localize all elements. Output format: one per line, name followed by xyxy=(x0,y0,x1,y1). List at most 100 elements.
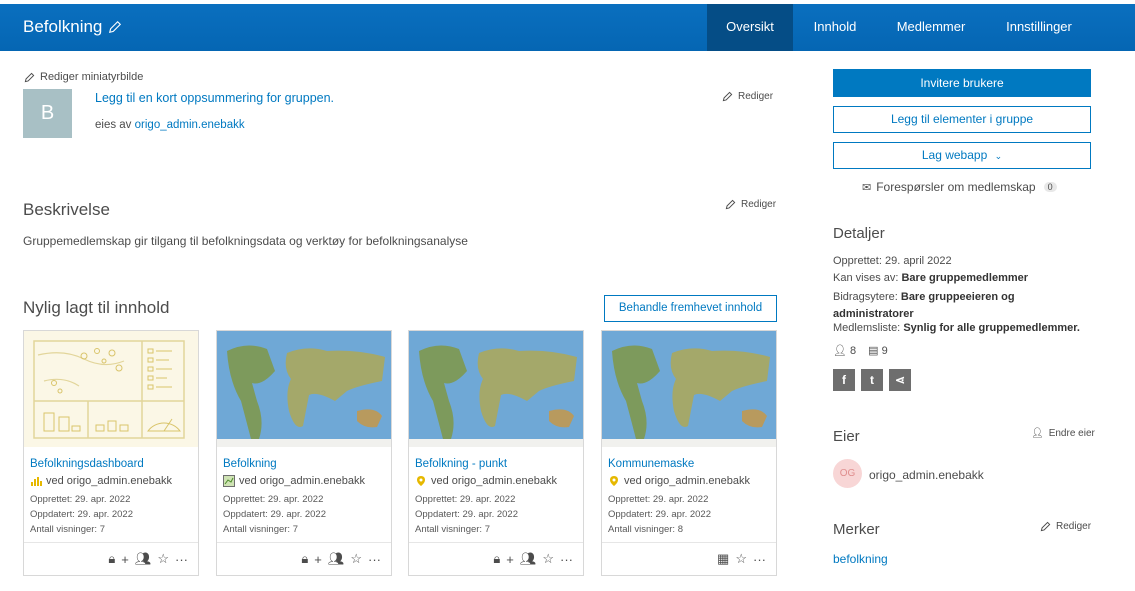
card-views: Antall visninger: 7 xyxy=(30,524,105,535)
detail-created: Opprettet: 29. april 2022 xyxy=(833,255,952,267)
more-icon[interactable]: ··· xyxy=(560,552,573,567)
star-icon[interactable]: ☆ xyxy=(735,551,747,567)
facebook-icon[interactable]: f xyxy=(833,369,855,391)
content-card-3[interactable]: Befolkning - punkt ved origo_admin.eneba… xyxy=(408,330,584,576)
owner-link[interactable]: origo_admin.enebakk xyxy=(135,119,245,131)
add-icon[interactable]: + xyxy=(121,552,129,567)
card-owner: ved origo_admin.enebakk xyxy=(30,475,172,487)
map-thumbnail[interactable] xyxy=(217,331,391,447)
card-actions: 🔒︎ + 👥︎ ☆ ··· xyxy=(409,542,583,575)
map-thumbnail[interactable] xyxy=(409,331,583,447)
viewable-prefix: Kan vises av: xyxy=(833,272,899,284)
add-items-button[interactable]: Legg til elementer i gruppe xyxy=(833,106,1091,133)
card-updated: Oppdatert: 29. apr. 2022 xyxy=(608,509,711,520)
card-owner: ved origo_admin.enebakk xyxy=(415,475,557,487)
share-group-icon[interactable]: 👥︎ xyxy=(328,551,345,567)
tag-link[interactable]: befolkning xyxy=(833,552,888,566)
card-title[interactable]: Kommunemaske xyxy=(608,458,694,470)
pencil-icon[interactable] xyxy=(108,20,122,34)
memberlist-prefix: Medlemsliste: xyxy=(833,322,901,334)
card-views: Antall visninger: 8 xyxy=(608,524,683,535)
share-group-icon[interactable]: 👥︎ xyxy=(520,551,537,567)
description-heading: Beskrivelse xyxy=(23,200,110,219)
edit-description-link[interactable]: Rediger xyxy=(725,199,776,210)
twitter-icon[interactable]: t xyxy=(861,369,883,391)
member-count[interactable]: 👤︎ 8 xyxy=(833,344,856,357)
card-owner-text: ved origo_admin.enebakk xyxy=(624,475,750,487)
content-card-1[interactable]: Befolkningsdashboard ved origo_admin.ene… xyxy=(23,330,199,576)
more-icon[interactable]: ··· xyxy=(175,552,188,567)
group-thumbnail[interactable]: B xyxy=(23,89,72,138)
tab-innhold[interactable]: Innhold xyxy=(793,4,877,51)
content-card-2[interactable]: Befolkning ved origo_admin.enebakk Oppre… xyxy=(216,330,392,576)
more-icon[interactable]: ··· xyxy=(753,552,766,567)
memberlist-value: Synlig for alle gruppemedlemmer. xyxy=(903,322,1080,334)
items-icon: ▤ xyxy=(868,345,879,357)
dashboard-thumbnail[interactable] xyxy=(24,331,198,447)
card-title[interactable]: Befolkning - punkt xyxy=(415,458,507,470)
chevron-down-icon: ⌄ xyxy=(994,151,1003,161)
change-owner-link[interactable]: 👤︎ Endre eier xyxy=(1031,428,1095,439)
requests-label: Forespørsler om medlemskap xyxy=(876,180,1036,194)
create-webapp-label: Lag webapp xyxy=(921,148,988,162)
card-created: Opprettet: 29. apr. 2022 xyxy=(30,494,131,505)
pencil-icon xyxy=(1040,521,1051,532)
owner-heading: Eier xyxy=(833,428,860,445)
share-icon[interactable]: ⋖ xyxy=(889,369,911,391)
details-heading: Detaljer xyxy=(833,225,885,242)
pencil-icon xyxy=(725,199,736,210)
add-icon[interactable]: + xyxy=(314,552,322,567)
envelope-icon: ✉ xyxy=(862,181,872,194)
manage-featured-button[interactable]: Behandle fremhevet innhold xyxy=(604,295,777,322)
group-title: Befolkning xyxy=(23,17,103,36)
detail-counts: 👤︎ 8 ▤ 9 xyxy=(833,344,888,357)
description-text: Gruppemedlemskap gir tilgang til befolkn… xyxy=(23,234,468,248)
lock-icon[interactable]: 🔒︎ xyxy=(301,551,308,567)
feature-layer-type-icon xyxy=(417,476,425,486)
person-icon: 👤︎ xyxy=(1031,428,1044,439)
card-title[interactable]: Befolkningsdashboard xyxy=(30,458,144,470)
member-count-value: 8 xyxy=(850,345,857,357)
recent-content-heading: Nylig lagt til innhold xyxy=(23,298,170,317)
edit-summary-link[interactable]: Rediger xyxy=(722,91,773,102)
owned-by: eies av origo_admin.enebakk xyxy=(95,119,245,131)
card-owner-text: ved origo_admin.enebakk xyxy=(431,475,557,487)
star-icon[interactable]: ☆ xyxy=(157,551,169,567)
lock-icon[interactable]: 🔒︎ xyxy=(493,551,500,567)
card-created: Opprettet: 29. apr. 2022 xyxy=(608,494,709,505)
detail-contributors: Bidragsytere: Bare gruppeeieren og admin… xyxy=(833,289,1091,323)
pencil-icon xyxy=(24,72,35,82)
card-actions: 🔒︎ + 👥︎ ☆ ··· xyxy=(24,542,198,575)
more-icon[interactable]: ··· xyxy=(368,552,381,567)
avatar[interactable]: OG xyxy=(833,459,862,488)
summary-link[interactable]: Legg til en kort oppsummering for gruppe… xyxy=(95,91,334,105)
add-icon[interactable]: + xyxy=(506,552,514,567)
edit-tags-link[interactable]: Rediger xyxy=(1040,521,1091,532)
shared-calendar-icon[interactable]: ▦ xyxy=(717,551,729,567)
tab-oversikt[interactable]: Oversikt xyxy=(707,4,793,51)
share-group-icon[interactable]: 👥︎ xyxy=(135,551,152,567)
card-views: Antall visninger: 7 xyxy=(415,524,490,535)
star-icon[interactable]: ☆ xyxy=(542,551,554,567)
edit-thumbnail-link[interactable]: Rediger miniatyrbilde xyxy=(24,71,143,83)
person-icon: 👤︎ xyxy=(833,345,847,357)
card-owner: ved origo_admin.enebakk xyxy=(223,475,365,487)
content-card-4[interactable]: Kommunemaske ved origo_admin.enebakk Opp… xyxy=(601,330,777,576)
card-updated: Oppdatert: 29. apr. 2022 xyxy=(223,509,326,520)
card-actions: ▦ ☆ ··· xyxy=(602,542,776,575)
card-updated: Oppdatert: 29. apr. 2022 xyxy=(30,509,133,520)
item-count[interactable]: ▤ 9 xyxy=(868,344,888,357)
change-owner-label: Endre eier xyxy=(1048,428,1095,439)
tab-medlemmer[interactable]: Medlemmer xyxy=(877,4,985,51)
card-actions: 🔒︎ + 👥︎ ☆ ··· xyxy=(217,542,391,575)
membership-requests[interactable]: ✉ Forespørsler om medlemskap 0 xyxy=(862,180,1057,194)
star-icon[interactable]: ☆ xyxy=(350,551,362,567)
create-webapp-button[interactable]: Lag webapp ⌄ xyxy=(833,142,1091,169)
invite-users-button[interactable]: Invitere brukere xyxy=(833,69,1091,97)
lock-icon[interactable]: 🔒︎ xyxy=(108,551,115,567)
map-thumbnail[interactable] xyxy=(602,331,776,447)
requests-count-badge: 0 xyxy=(1043,182,1057,192)
owner-name-link[interactable]: origo_admin.enebakk xyxy=(869,468,984,482)
tab-innstillinger[interactable]: Innstillinger xyxy=(985,4,1093,51)
card-title[interactable]: Befolkning xyxy=(223,458,277,470)
